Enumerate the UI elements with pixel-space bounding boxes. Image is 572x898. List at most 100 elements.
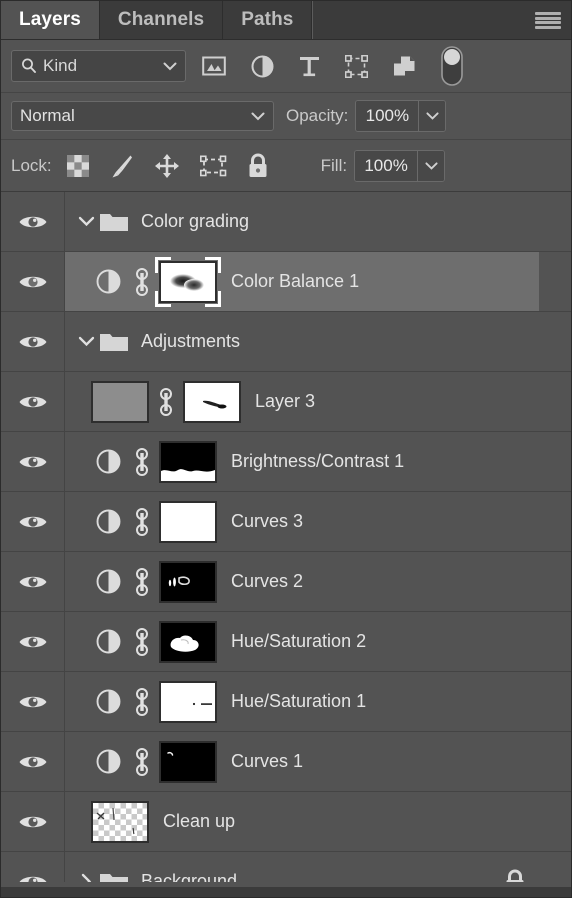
mask-thumbnail-image <box>159 620 217 663</box>
layer-row-body[interactable]: Hue/Saturation 1 <box>65 672 539 731</box>
tab-paths[interactable]: Paths <box>223 1 313 39</box>
layer-name[interactable]: Clean up <box>163 811 235 832</box>
group-chevron-down-icon[interactable] <box>73 336 99 347</box>
layer-row-layer-3[interactable]: Layer 3 <box>1 372 571 432</box>
filter-type-layers-icon[interactable] <box>299 55 320 78</box>
layer-mask-thumbnail[interactable] <box>159 440 217 483</box>
layer-row-background[interactable]: Background <box>1 852 571 882</box>
opacity-field[interactable]: 100% <box>355 100 447 132</box>
layer-mask-thumbnail[interactable] <box>159 740 217 783</box>
lock-artboard-nesting-icon[interactable] <box>199 154 227 178</box>
layer-visibility-toggle[interactable] <box>1 792 65 851</box>
layer-row-body[interactable]: Hue/Saturation 2 <box>65 612 539 671</box>
layer-visibility-toggle[interactable] <box>1 732 65 791</box>
tab-layers-label: Layers <box>19 9 81 30</box>
blend-opacity-row: Normal Opacity: 100% <box>1 93 571 140</box>
layer-row-color-grading[interactable]: Color grading <box>1 192 571 252</box>
blend-mode-dropdown[interactable]: Normal <box>11 101 274 131</box>
layer-name[interactable]: Hue/Saturation 1 <box>231 691 366 712</box>
layer-name[interactable]: Color Balance 1 <box>231 271 359 292</box>
filter-kind-label: Kind <box>43 56 78 75</box>
layer-row-body[interactable]: Curves 3 <box>65 492 539 551</box>
layer-row-hue-saturation-2[interactable]: Hue/Saturation 2 <box>1 612 571 672</box>
layer-row-clean-up[interactable]: Clean up <box>1 792 571 852</box>
mask-link-icon[interactable] <box>131 747 153 777</box>
filter-toggle-switch[interactable] <box>441 46 463 86</box>
lock-position-icon[interactable] <box>154 153 180 179</box>
layer-row-body[interactable]: Clean up <box>65 792 539 851</box>
layer-name[interactable]: Adjustments <box>141 331 240 352</box>
layer-row-color-balance-1[interactable]: Color Balance 1 <box>1 252 571 312</box>
mask-link-icon[interactable] <box>131 507 153 537</box>
layer-name[interactable]: Curves 2 <box>231 571 303 592</box>
layer-row-curves-1[interactable]: Curves 1 <box>1 732 571 792</box>
layer-row-hue-saturation-1[interactable]: Hue/Saturation 1 <box>1 672 571 732</box>
fill-value[interactable]: 100% <box>355 150 418 181</box>
layer-name[interactable]: Hue/Saturation 2 <box>231 631 366 652</box>
opacity-chevron-down-icon[interactable] <box>418 101 446 131</box>
layer-name[interactable]: Layer 3 <box>255 391 315 412</box>
layer-name[interactable]: Brightness/Contrast 1 <box>231 451 404 472</box>
filter-shape-layers-icon[interactable] <box>345 54 368 78</box>
layer-visibility-toggle[interactable] <box>1 252 65 311</box>
layer-visibility-toggle[interactable] <box>1 312 65 371</box>
layer-row-body[interactable]: Color grading <box>65 192 539 251</box>
layer-visibility-toggle[interactable] <box>1 372 65 431</box>
layer-name[interactable]: Background <box>141 871 237 882</box>
panel-menu-icon[interactable] <box>535 12 561 29</box>
mask-link-icon[interactable] <box>131 687 153 717</box>
folder-icon <box>99 330 129 354</box>
layer-mask-thumbnail[interactable] <box>159 560 217 603</box>
layer-mask-thumbnail[interactable] <box>159 500 217 543</box>
layer-name[interactable]: Color grading <box>141 211 249 232</box>
filter-smart-object-icon[interactable] <box>393 55 416 78</box>
filter-pixel-layers-icon[interactable] <box>202 55 226 77</box>
layer-visibility-toggle[interactable] <box>1 672 65 731</box>
layer-name[interactable]: Curves 3 <box>231 511 303 532</box>
layer-mask-thumbnail[interactable] <box>183 380 241 423</box>
layer-row-body[interactable]: Curves 1 <box>65 732 539 791</box>
mask-link-icon[interactable] <box>155 387 177 417</box>
layer-row-body[interactable]: Color Balance 1 <box>65 252 539 311</box>
layer-visibility-toggle[interactable] <box>1 192 65 251</box>
layer-row-curves-2[interactable]: Curves 2 <box>1 552 571 612</box>
mask-link-icon[interactable] <box>131 567 153 597</box>
layer-visibility-toggle[interactable] <box>1 552 65 611</box>
layer-row-body[interactable]: Brightness/Contrast 1 <box>65 432 539 491</box>
layer-row-body[interactable]: Background <box>65 852 539 882</box>
layer-mask-thumbnail[interactable] <box>159 620 217 663</box>
layer-row-adjustments[interactable]: Adjustments <box>1 312 571 372</box>
layer-list[interactable]: Color grading Color Balance 1 Adjustment… <box>1 192 571 882</box>
layer-mask-thumbnail[interactable] <box>155 256 221 307</box>
group-chevron-right-icon[interactable] <box>73 873 99 882</box>
layer-row-body[interactable]: Curves 2 <box>65 552 539 611</box>
mask-link-icon[interactable] <box>131 447 153 477</box>
group-chevron-down-icon[interactable] <box>73 216 99 227</box>
layer-visibility-toggle[interactable] <box>1 612 65 671</box>
opacity-value[interactable]: 100% <box>356 101 419 131</box>
layer-pixel-thumbnail[interactable] <box>91 800 149 843</box>
layer-visibility-toggle[interactable] <box>1 852 65 882</box>
mask-link-icon[interactable] <box>131 267 153 297</box>
lock-all-icon[interactable] <box>247 153 269 179</box>
lock-transparent-pixels-icon[interactable] <box>66 154 90 178</box>
fill-chevron-down-icon[interactable] <box>417 150 445 181</box>
fill-field[interactable]: 100% <box>354 149 446 182</box>
layer-row-body[interactable]: Adjustments <box>65 312 539 371</box>
layer-name[interactable]: Curves 1 <box>231 751 303 772</box>
tab-channels[interactable]: Channels <box>99 1 224 39</box>
adjustment-layer-icon <box>91 749 125 774</box>
layer-mask-thumbnail[interactable] <box>159 680 217 723</box>
tab-layers[interactable]: Layers <box>1 1 100 39</box>
filter-kind-dropdown[interactable]: Kind <box>11 50 186 82</box>
lock-image-pixels-icon[interactable] <box>110 153 134 179</box>
filter-adjustment-layers-icon[interactable] <box>251 55 274 78</box>
layer-visibility-toggle[interactable] <box>1 492 65 551</box>
layer-pixel-thumbnail[interactable] <box>91 380 149 423</box>
mask-link-icon[interactable] <box>131 627 153 657</box>
layer-row-brightness-contrast-1[interactable]: Brightness/Contrast 1 <box>1 432 571 492</box>
layer-visibility-toggle[interactable] <box>1 432 65 491</box>
layer-lock-icon[interactable] <box>504 869 526 882</box>
layer-row-body[interactable]: Layer 3 <box>65 372 539 431</box>
layer-row-curves-3[interactable]: Curves 3 <box>1 492 571 552</box>
